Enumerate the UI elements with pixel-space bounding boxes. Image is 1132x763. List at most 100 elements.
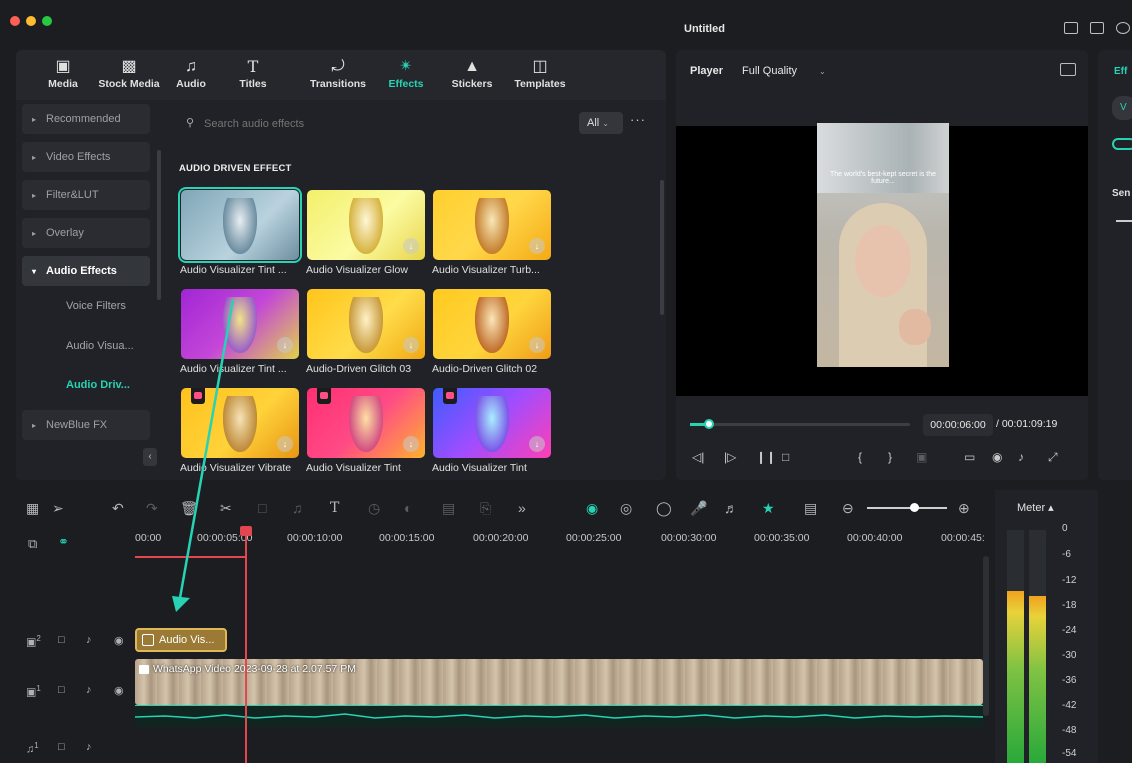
sidebar-subitem-voice-filters[interactable]: Voice Filters xyxy=(66,300,126,312)
effect-card[interactable]: ↓ xyxy=(307,388,425,458)
effect-card[interactable]: ↓ xyxy=(181,388,299,458)
more-tools-icon[interactable]: » xyxy=(518,499,526,517)
tab-templates[interactable]: ◫ Templates xyxy=(510,56,570,98)
current-time[interactable]: 00:00:06:00 xyxy=(923,414,993,436)
property-tab[interactable]: Eff xyxy=(1114,66,1127,77)
seek-bar[interactable] xyxy=(690,419,910,429)
sidebar-item-video-effects[interactable]: ▸ Video Effects xyxy=(22,142,150,172)
next-frame-icon[interactable]: |▷ xyxy=(724,450,736,464)
render-icon[interactable]: ▤ xyxy=(804,499,817,517)
download-icon[interactable]: ↓ xyxy=(277,436,293,452)
speaker-icon[interactable]: ♪ xyxy=(86,741,92,753)
folder-icon[interactable]: □ xyxy=(58,741,65,753)
mark-out-icon[interactable]: } xyxy=(888,450,892,464)
text-tool-icon[interactable]: T xyxy=(330,499,339,517)
stop-icon[interactable]: □ xyxy=(782,450,789,464)
previous-frame-icon[interactable]: ◁| xyxy=(692,450,704,464)
speaker-icon[interactable]: ♪ xyxy=(86,684,92,696)
download-icon[interactable]: ↓ xyxy=(403,337,419,353)
add-track-icon[interactable]: ⧉ xyxy=(28,536,37,552)
save-icon[interactable] xyxy=(1090,22,1104,34)
playhead[interactable] xyxy=(245,526,247,763)
video-clip[interactable]: WhatsApp Video 2023-09-28 at 2.07.57 PM xyxy=(135,659,983,705)
effect-card[interactable]: ↓ xyxy=(433,190,551,260)
color-icon[interactable]: ◐ xyxy=(404,499,412,517)
tab-audio[interactable]: ♫ Audio xyxy=(169,56,213,98)
zoom-handle[interactable] xyxy=(910,503,919,512)
tab-stock-media[interactable]: ▩ Stock Media xyxy=(92,56,166,98)
effect-card[interactable]: ↓ xyxy=(307,289,425,359)
audio-tool-icon[interactable]: ♫ xyxy=(292,499,303,517)
timeline[interactable]: ⧉ ⚭ 00:00 00:00:05:00 00:00:10:00 00:00:… xyxy=(0,526,995,763)
folder-icon[interactable]: □ xyxy=(58,634,65,646)
effect-card[interactable]: ↓ xyxy=(433,289,551,359)
pause-icon[interactable]: ❙❙ xyxy=(756,450,776,464)
seek-handle[interactable] xyxy=(704,419,715,429)
download-icon[interactable]: ↓ xyxy=(277,337,293,353)
sidebar-item-recommended[interactable]: ▸ Recommended xyxy=(22,104,150,134)
download-icon[interactable]: ↓ xyxy=(529,337,545,353)
delete-icon[interactable]: 🗑 xyxy=(180,499,198,517)
property-pill[interactable]: V xyxy=(1112,96,1132,120)
download-icon[interactable]: ↓ xyxy=(403,436,419,452)
mark-in-icon[interactable]: { xyxy=(858,450,862,464)
cloud-icon[interactable] xyxy=(1116,22,1130,34)
tab-media[interactable]: ▣ Media xyxy=(32,56,94,98)
effect-card[interactable]: ↓ xyxy=(433,388,551,458)
speaker-icon[interactable]: ♪ xyxy=(86,634,92,646)
tab-transitions[interactable]: ⤾ Transitions xyxy=(305,56,371,98)
crop-tool-icon[interactable]: □ xyxy=(258,499,266,517)
shield-icon[interactable]: ◯ xyxy=(656,499,672,517)
sidebar-item-filter-lut[interactable]: ▸ Filter&LUT xyxy=(22,180,150,210)
ai-effect-icon[interactable]: ◉ xyxy=(586,499,598,517)
select-tool-icon[interactable]: ➢ xyxy=(52,499,64,517)
image-icon[interactable] xyxy=(1060,63,1076,76)
search-input[interactable] xyxy=(204,114,504,134)
effect-card[interactable]: ↓ xyxy=(181,289,299,359)
eye-icon[interactable]: ◉ xyxy=(114,684,124,697)
volume-icon[interactable]: ♪ xyxy=(1018,450,1024,464)
download-icon[interactable]: ↓ xyxy=(403,238,419,254)
effects-grid-scrollbar[interactable] xyxy=(660,180,664,315)
effect-card[interactable] xyxy=(178,187,302,263)
tab-titles[interactable]: T Titles xyxy=(231,56,275,98)
download-icon[interactable]: ↓ xyxy=(529,436,545,452)
freeze-icon[interactable]: ▤ xyxy=(442,499,455,517)
sidebar-item-newblue-fx[interactable]: ▸ NewBlue FX xyxy=(22,410,150,440)
sidebar-item-audio-effects[interactable]: ▾ Audio Effects xyxy=(22,256,150,286)
effect-card[interactable]: ↓ xyxy=(307,190,425,260)
display-icon[interactable]: ▭ xyxy=(964,450,975,464)
minimize-window-button[interactable] xyxy=(26,16,36,26)
sidebar-scrollbar[interactable] xyxy=(157,150,161,300)
scissors-icon[interactable]: ✂ xyxy=(220,499,232,517)
music-list-icon[interactable]: ♬ xyxy=(724,499,738,517)
tab-effects[interactable]: ✴ Effects xyxy=(382,56,430,98)
folder-icon[interactable]: □ xyxy=(58,684,65,696)
eye-icon[interactable]: ◉ xyxy=(114,634,124,647)
property-toggle[interactable] xyxy=(1112,138,1132,150)
crop-icon[interactable]: ▣ xyxy=(916,450,927,464)
undo-icon[interactable]: ↶ xyxy=(112,499,124,517)
sidebar-subitem-audio-visualizer[interactable]: Audio Visua... xyxy=(66,340,134,352)
split-icon[interactable]: ⎘ xyxy=(480,499,491,517)
link-icon[interactable]: ⚭ xyxy=(58,534,69,550)
zoom-slider[interactable] xyxy=(867,507,947,509)
fullscreen-icon[interactable]: ⤢ xyxy=(1048,450,1058,465)
beat-detection-icon[interactable]: ★ xyxy=(762,499,775,517)
more-options-button[interactable]: ··· xyxy=(630,112,646,127)
audio-waveform[interactable] xyxy=(134,705,984,727)
effect-clip[interactable]: Audio Vis... xyxy=(135,628,227,652)
zoom-out-icon[interactable]: ⊖ xyxy=(842,499,854,517)
meter-title[interactable]: Meter ▴ xyxy=(1017,501,1054,514)
zoom-in-icon[interactable]: ⊕ xyxy=(958,499,970,517)
property-slider[interactable] xyxy=(1116,220,1132,222)
timeline-scrollbar[interactable] xyxy=(983,556,989,716)
sidebar-item-overlay[interactable]: ▸ Overlay xyxy=(22,218,150,248)
speed-icon[interactable]: ◷ xyxy=(368,499,380,517)
filter-dropdown[interactable]: All ⌄ xyxy=(579,112,623,134)
collapse-sidebar-button[interactable]: ‹ xyxy=(143,448,157,466)
camera-icon[interactable]: ◉ xyxy=(992,450,1002,464)
quality-dropdown[interactable]: Full Quality ⌄ xyxy=(742,65,826,77)
record-icon[interactable]: ◎ xyxy=(620,499,632,517)
layout-grid-icon[interactable]: ▦ xyxy=(26,499,39,517)
